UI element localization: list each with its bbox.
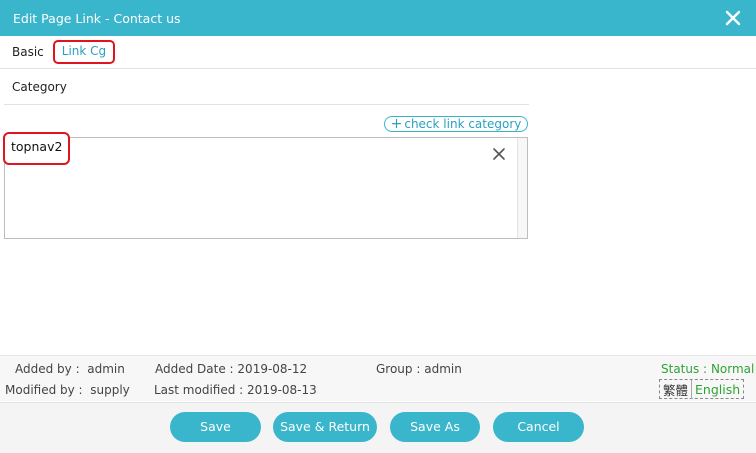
plus-icon: +	[390, 116, 403, 132]
modified-by: Modified by : supply	[5, 383, 130, 397]
category-list: topnav2	[3, 132, 528, 239]
lang-traditional-chinese[interactable]: 繁體	[660, 379, 693, 399]
save-return-button[interactable]: Save & Return	[273, 412, 377, 442]
tab-basic[interactable]: Basic	[5, 40, 51, 64]
check-link-category-label: check link category	[404, 117, 522, 131]
last-modified: Last modified : 2019-08-13	[154, 383, 317, 397]
category-section-title: Category	[4, 70, 529, 105]
tab-link-cg[interactable]: Link Cg	[52, 40, 116, 64]
record-info: Added by : admin Added Date : 2019-08-12…	[0, 355, 756, 401]
dialog-titlebar: Edit Page Link - Contact us	[0, 0, 756, 36]
cancel-button[interactable]: Cancel	[493, 412, 584, 442]
dialog-title: Edit Page Link - Contact us	[13, 10, 181, 26]
list-scrollbar[interactable]	[517, 138, 527, 238]
check-link-category-button[interactable]: + check link category	[384, 116, 528, 132]
group: Group : admin	[376, 362, 462, 376]
tab-bar: Basic Link Cg	[0, 36, 756, 69]
language-switch: 繁體 English	[659, 379, 745, 399]
lang-english[interactable]: English	[692, 382, 743, 397]
save-button[interactable]: Save	[170, 412, 261, 442]
edit-page-link-dialog: Edit Page Link - Contact us Basic Link C…	[0, 0, 756, 453]
action-bar: Save Save & Return Save As Cancel	[0, 402, 756, 453]
added-date: Added Date : 2019-08-12	[155, 362, 308, 376]
close-icon[interactable]	[724, 9, 742, 27]
category-item: topnav2	[3, 132, 71, 165]
added-by: Added by : admin	[15, 362, 125, 376]
save-as-button[interactable]: Save As	[390, 412, 480, 442]
status-badge: Status : Normal	[661, 362, 755, 376]
category-panel: Category + check link category topnav2	[3, 70, 529, 239]
category-item-label: topnav2	[11, 139, 63, 154]
remove-x-icon[interactable]	[492, 147, 506, 161]
